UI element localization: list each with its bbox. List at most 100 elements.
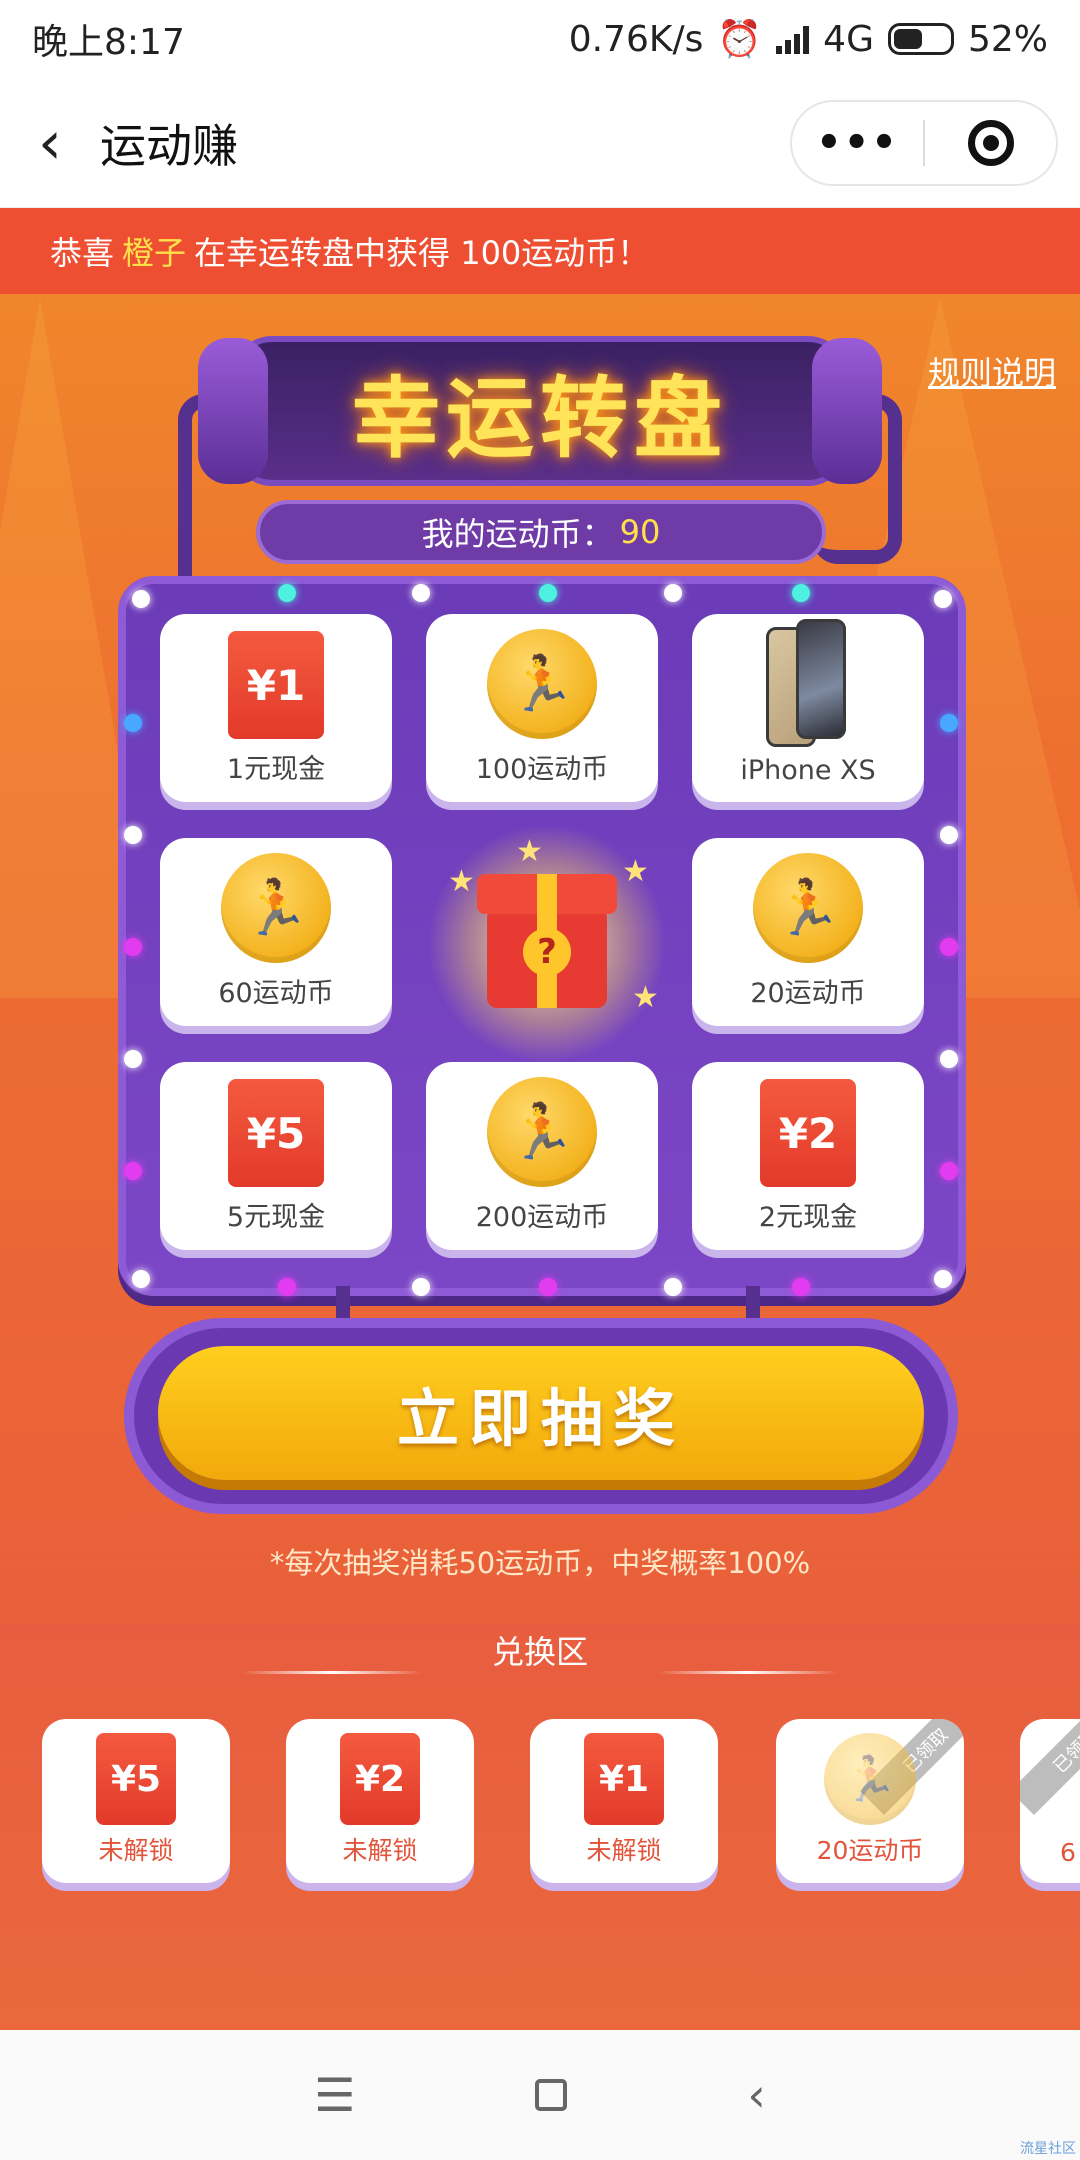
light-dot (278, 1278, 296, 1296)
prize-label: 100运动币 (475, 754, 609, 785)
red-packet-icon: ¥5 (228, 1079, 324, 1187)
close-miniprogram-button[interactable] (925, 120, 1056, 166)
light-dot (940, 1050, 958, 1068)
exchange-title: 兑换区 (491, 1633, 588, 1671)
red-packet-icon: ¥2 (760, 1079, 856, 1187)
draw-now-button[interactable]: 立即抽奖 (158, 1346, 924, 1480)
light-dot (412, 1278, 430, 1296)
light-dot (940, 826, 958, 844)
exchange-section: 兑换区 ¥5 未解锁 ¥2 未解锁 ¥1 未解锁 已领取 🏃 20运动币 已领取… (0, 1623, 1080, 2030)
prize-board: ¥1 1元现金 🏃 100运动币 iPhone XS 🏃 60运动币 ★ ★ ★… (118, 576, 966, 1296)
star-icon: ★ (448, 864, 475, 899)
light-dot (940, 1162, 958, 1180)
title-divider (658, 1671, 838, 1674)
coins-value: 90 (619, 513, 661, 551)
prize-cell-200coins: 🏃 200运动币 (426, 1062, 658, 1250)
prize-cell-20coins: 🏃 20运动币 (692, 838, 924, 1026)
light-dot (664, 584, 682, 602)
prize-cell-5yuan: ¥5 5元现金 (160, 1062, 392, 1250)
prize-cell-60coins: 🏃 60运动币 (160, 838, 392, 1026)
question-icon: ? (523, 928, 571, 976)
red-packet-icon: ¥1 (584, 1733, 664, 1825)
mystery-gift: ★ ★ ★ ★ ? (427, 824, 667, 1064)
exchange-item-label: 未解锁 (342, 1836, 418, 1865)
status-time: 晚上8:17 (32, 22, 185, 63)
page-title: 运动赚 (100, 118, 238, 173)
exchange-item[interactable]: ¥2 未解锁 (286, 1719, 474, 1883)
light-dot (132, 1270, 150, 1288)
red-packet-icon: ¥2 (340, 1733, 420, 1825)
prize-label: iPhone XS (740, 755, 876, 786)
status-indicators: 0.76K/s ⏰ 4G 52% (568, 18, 1048, 61)
light-dot (792, 1278, 810, 1296)
winner-notice: 恭喜 橙子 在幸运转盘中获得 100运动币！ (0, 208, 1080, 294)
prize-label: 1元现金 (226, 754, 326, 785)
red-packet-icon: ¥1 (228, 631, 324, 739)
iphone-icon (766, 619, 850, 747)
prize-cell-1yuan: ¥1 1元现金 (160, 614, 392, 802)
notice-suffix: 在幸运转盘中获得 100运动币！ (194, 234, 650, 272)
exchange-item-label: 6 (1060, 1838, 1076, 1867)
battery-percent: 52% (967, 18, 1048, 60)
banner-cap (198, 338, 268, 484)
light-dot (124, 826, 142, 844)
title-banner: 幸运转盘 (198, 336, 882, 486)
prize-label: 200运动币 (475, 1202, 609, 1233)
light-dot (664, 1278, 682, 1296)
light-dot (539, 1278, 557, 1296)
exchange-item[interactable]: 已领取 🏃 20运动币 (776, 1719, 964, 1883)
light-dot (124, 938, 142, 956)
claimed-ribbon: 已领取 (1020, 1719, 1080, 1816)
banner-title: 幸运转盘 (351, 366, 728, 470)
network-type: 4G (823, 18, 874, 60)
notice-winner-name: 橙子 (122, 234, 187, 272)
exchange-item[interactable]: ¥5 未解锁 (42, 1719, 230, 1883)
prize-label: 5元现金 (226, 1202, 326, 1233)
star-icon: ★ (632, 980, 659, 1015)
light-dot (539, 584, 557, 602)
menu-icon[interactable]: ☰ (314, 2068, 355, 2122)
light-dot (124, 714, 142, 732)
app-bar: ‹ 运动赚 ••• (0, 78, 1080, 208)
gift-lid (477, 874, 617, 914)
exchange-item-label: 20运动币 (816, 1836, 924, 1865)
home-icon[interactable] (535, 2079, 568, 2111)
rules-link[interactable]: 规则说明 (928, 348, 1056, 394)
alarm-icon: ⏰ (717, 19, 763, 60)
banner-cap (812, 338, 882, 484)
light-dot (124, 1162, 142, 1180)
gift-box-icon: ? (477, 874, 617, 1008)
star-icon: ★ (516, 834, 543, 869)
more-icon: ••• (816, 120, 899, 166)
more-button[interactable]: ••• (792, 120, 923, 166)
coin-icon: 🏃 (753, 853, 863, 963)
light-dot (934, 1270, 952, 1288)
coin-icon: 🏃 (824, 1733, 916, 1825)
exchange-item[interactable]: 已领取 6 (1020, 1719, 1080, 1883)
exchange-item-label: 未解锁 (586, 1836, 662, 1865)
exchange-item[interactable]: ¥1 未解锁 (530, 1719, 718, 1883)
light-dot (412, 584, 430, 602)
signal-icon (776, 24, 810, 54)
light-dot (124, 1050, 142, 1068)
back-button[interactable]: ‹ (0, 78, 100, 208)
light-dot (940, 714, 958, 732)
status-bar: 晚上8:17 0.76K/s ⏰ 4G 52% (0, 0, 1080, 78)
prize-cell-2yuan: ¥2 2元现金 (692, 1062, 924, 1250)
chevron-left-icon: ‹ (38, 107, 62, 178)
light-dot (278, 584, 296, 602)
back-icon[interactable]: ‹ (747, 2068, 765, 2122)
system-nav-bar: ☰ ‹ (0, 2030, 1080, 2160)
network-speed: 0.76K/s (568, 18, 704, 60)
light-dot (132, 590, 150, 608)
light-dot (940, 938, 958, 956)
coins-label: 我的运动币： (421, 515, 614, 553)
coin-icon: 🏃 (221, 853, 331, 963)
notice-prefix: 恭喜 (50, 234, 115, 272)
draw-button-frame: 立即抽奖 (124, 1318, 958, 1514)
light-dot (792, 584, 810, 602)
prize-cell-100coins: 🏃 100运动币 (426, 614, 658, 802)
coin-icon: 🏃 (487, 1077, 597, 1187)
miniprogram-capsule: ••• (790, 100, 1058, 186)
coin-icon: 🏃 (487, 629, 597, 739)
